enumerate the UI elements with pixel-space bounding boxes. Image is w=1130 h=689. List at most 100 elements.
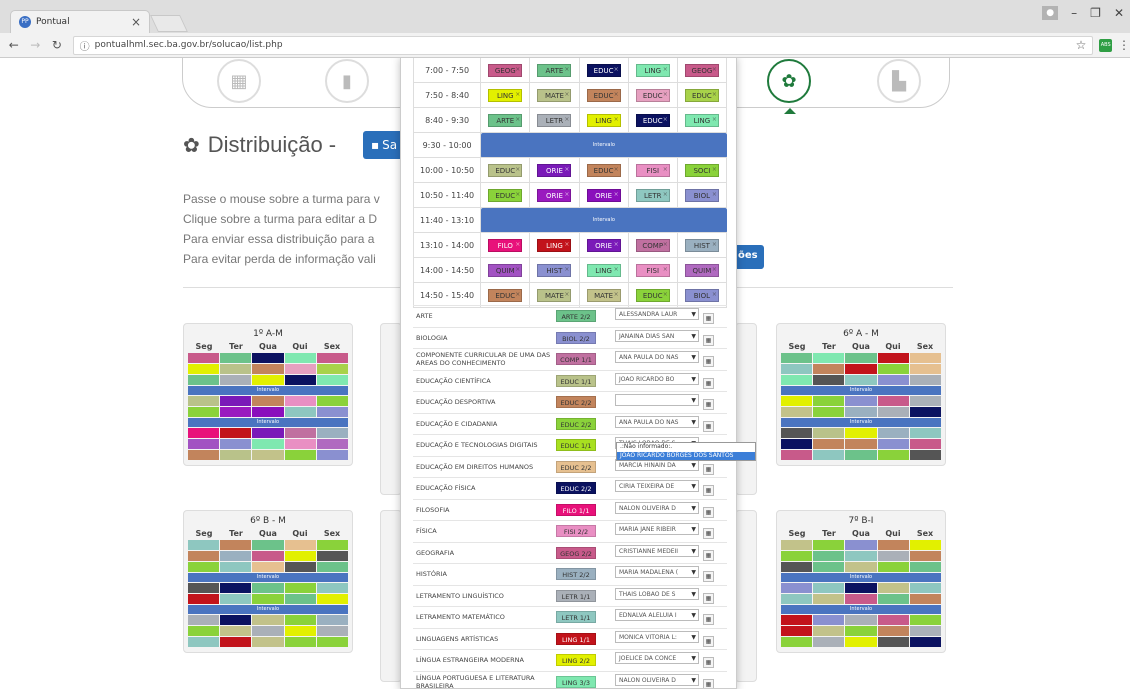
lesson-cell[interactable]	[781, 364, 813, 374]
lesson-cell[interactable]	[781, 353, 813, 363]
lesson-cell[interactable]	[188, 594, 220, 604]
lesson-cell[interactable]	[845, 615, 877, 625]
lesson-cell[interactable]	[316, 428, 348, 438]
lesson-cell[interactable]	[909, 626, 941, 636]
class-card[interactable]: 7º B-I Seg Ter Qua Qui Sex Intervalo Intervalo	[776, 510, 946, 653]
subject-chip[interactable]: MATE ×	[537, 288, 572, 302]
remove-icon[interactable]: ×	[614, 238, 619, 251]
lesson-cell[interactable]	[813, 364, 845, 374]
class-card[interactable]	[735, 510, 757, 682]
lesson-cell[interactable]	[909, 396, 941, 406]
lesson-cell[interactable]	[188, 375, 220, 385]
remove-icon[interactable]: ×	[515, 263, 520, 276]
lesson-cell[interactable]	[220, 450, 252, 460]
lesson-cell[interactable]	[284, 428, 316, 438]
calendar-icon[interactable]: ▦	[703, 571, 714, 583]
lesson-cell[interactable]	[252, 594, 284, 604]
lesson-cell[interactable]	[252, 439, 284, 449]
lesson-cell[interactable]	[220, 615, 252, 625]
remove-icon[interactable]: ×	[515, 238, 520, 251]
lesson-cell[interactable]	[220, 540, 252, 550]
subject-chip[interactable]: MATE ×	[586, 288, 621, 302]
lesson-cell[interactable]	[188, 428, 220, 438]
lesson-cell[interactable]	[316, 407, 348, 417]
calendar-icon[interactable]: ▦	[703, 614, 714, 626]
remove-icon[interactable]: ×	[712, 113, 717, 126]
remove-icon[interactable]: ×	[515, 88, 520, 101]
remove-icon[interactable]: ×	[564, 288, 569, 301]
lesson-cell[interactable]	[909, 551, 941, 561]
class-card[interactable]: 1º A-M Seg Ter Qua Qui Sex Intervalo Intervalo	[183, 323, 353, 466]
subject-chip[interactable]: ORIE ×	[586, 188, 621, 202]
reload-icon[interactable]: ↻	[49, 38, 65, 52]
remove-icon[interactable]: ×	[564, 88, 569, 101]
lesson-cell[interactable]	[316, 637, 348, 647]
browser-tab[interactable]: PP Pontual ×	[10, 10, 150, 33]
remove-icon[interactable]: ×	[614, 188, 619, 201]
lesson-cell[interactable]	[252, 626, 284, 636]
lesson-cell[interactable]	[252, 540, 284, 550]
lesson-cell[interactable]	[252, 428, 284, 438]
lesson-cell[interactable]	[845, 439, 877, 449]
remove-icon[interactable]: ×	[515, 163, 520, 176]
remove-icon[interactable]: ×	[663, 188, 668, 201]
lesson-cell[interactable]	[877, 562, 909, 572]
lesson-cell[interactable]	[220, 428, 252, 438]
remove-icon[interactable]: ×	[515, 288, 520, 301]
close-tab-icon[interactable]: ×	[131, 15, 141, 29]
lesson-cell[interactable]	[188, 407, 220, 417]
lesson-cell[interactable]	[284, 540, 316, 550]
subject-chip[interactable]: EDUC ×	[488, 188, 523, 202]
lesson-cell[interactable]	[220, 439, 252, 449]
subject-code-chip[interactable]: LING 1/1	[556, 632, 596, 645]
lesson-cell[interactable]	[909, 439, 941, 449]
lesson-cell[interactable]	[781, 407, 813, 417]
subject-chip[interactable]: LING ×	[537, 238, 572, 252]
remove-icon[interactable]: ×	[515, 113, 520, 126]
subject-code-chip[interactable]: LETR 1/1	[556, 589, 596, 602]
subject-chip[interactable]: EDUC ×	[586, 88, 621, 102]
subject-chip[interactable]: SOCI ×	[684, 163, 719, 177]
subject-chip[interactable]: COMP ×	[635, 238, 670, 252]
lesson-cell[interactable]	[316, 551, 348, 561]
lesson-cell[interactable]	[877, 626, 909, 636]
teacher-select[interactable]: NALON OLIVEIRA D ▼	[615, 501, 699, 514]
remove-icon[interactable]: ×	[712, 163, 717, 176]
calendar-icon[interactable]: ▦	[703, 549, 714, 561]
lesson-cell[interactable]	[188, 540, 220, 550]
lesson-cell[interactable]	[909, 540, 941, 550]
remove-icon[interactable]: ×	[663, 263, 668, 276]
lesson-cell[interactable]	[284, 615, 316, 625]
lesson-cell[interactable]	[877, 407, 909, 417]
remove-icon[interactable]: ×	[614, 263, 619, 276]
subject-chip[interactable]: EDUC ×	[488, 163, 523, 177]
teacher-select[interactable]: MONICA VITORIA L: ▼	[615, 630, 699, 643]
lesson-cell[interactable]	[284, 407, 316, 417]
teacher-select[interactable]: EDNALVA ALELUIA I ▼	[615, 609, 699, 622]
calendar-icon[interactable]: ▦	[703, 485, 714, 497]
extension-icon[interactable]: ABS	[1099, 38, 1112, 52]
lesson-cell[interactable]	[252, 364, 284, 374]
lesson-cell[interactable]	[813, 551, 845, 561]
lesson-cell[interactable]	[909, 375, 941, 385]
lesson-cell[interactable]	[284, 637, 316, 647]
user-profile-icon[interactable]: ●	[1042, 6, 1059, 20]
subject-chip[interactable]: LING ×	[586, 263, 621, 277]
lesson-cell[interactable]	[781, 439, 813, 449]
teacher-select[interactable]: MARIA JANE RIBEIR ▼	[615, 523, 699, 536]
subject-chip[interactable]: FISI ×	[635, 163, 670, 177]
remove-icon[interactable]: ×	[663, 288, 668, 301]
subject-code-chip[interactable]: EDUC 2/2	[556, 482, 596, 495]
subject-chip[interactable]: MATE ×	[537, 88, 572, 102]
lesson-cell[interactable]	[188, 353, 220, 363]
lesson-cell[interactable]	[781, 637, 813, 647]
lesson-cell[interactable]	[909, 562, 941, 572]
subject-chip[interactable]: ARTE ×	[537, 63, 572, 77]
subject-code-chip[interactable]: LING 3/3	[556, 676, 596, 688]
info-icon[interactable]: ⓘ	[80, 38, 90, 53]
lesson-cell[interactable]	[909, 450, 941, 460]
lesson-cell[interactable]	[877, 353, 909, 363]
lesson-cell[interactable]	[909, 583, 941, 593]
lesson-cell[interactable]	[316, 626, 348, 636]
save-button[interactable]: ▪ Sa	[363, 131, 403, 159]
